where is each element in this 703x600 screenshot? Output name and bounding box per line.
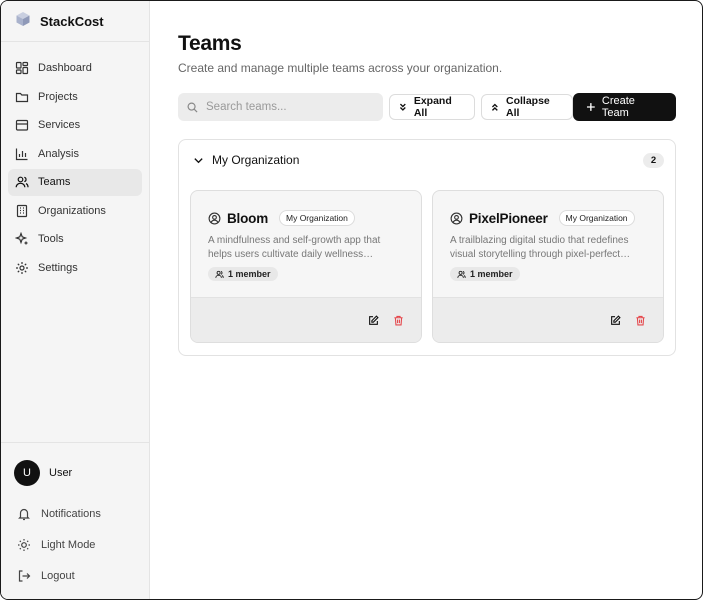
app-name: StackCost [40,13,104,29]
team-name: Bloom [227,210,268,226]
sidebar-item-services[interactable]: Services [8,112,142,139]
member-count-badge: 1 member [450,267,520,281]
member-count: 1 member [228,269,271,279]
trash-icon[interactable] [393,315,404,326]
package-icon [15,120,29,131]
sidebar-item-teams[interactable]: Teams [8,169,142,196]
team-description-line: A trailblazing digital studio that redef… [450,235,629,246]
sidebar-item-label: Tools [38,233,64,246]
edit-icon[interactable] [368,314,379,326]
sun-icon [18,538,30,551]
avatar: U [14,460,40,486]
app-window: StackCost Dashboard Projects Services An… [0,0,703,600]
sidebar-item-label: Dashboard [38,62,92,75]
sidebar: StackCost Dashboard Projects Services An… [1,1,150,599]
users-icon [15,176,29,188]
chevrons-up-icon [492,103,499,111]
team-card-actions [191,297,421,342]
team-card-header: PixelPioneer My Organization [450,210,663,226]
team-card[interactable]: Bloom My Organization A mindfulness and … [190,190,422,343]
team-card-header: Bloom My Organization [208,210,421,226]
team-card-body: PixelPioneer My Organization A trailblaz… [433,191,663,297]
expand-all-label: Expand All [413,95,452,119]
theme-label: Light Mode [41,538,96,551]
collapse-all-label: Collapse All [506,95,550,119]
team-count-badge: 2 [643,152,664,168]
users-icon [457,270,466,278]
team-description: A trailblazing digital studio that redef… [450,234,650,262]
sidebar-item-label: Projects [38,90,78,103]
team-description-line: helps users cultivate daily wellness… [208,249,374,260]
sidebar-item-label: Analysis [38,147,79,160]
organization-group: My Organization 2 Bloom My Organization [178,139,676,356]
bar-chart-icon [15,148,28,160]
member-count: 1 member [470,269,513,279]
user-circle-icon [450,212,463,224]
plus-icon [587,103,595,111]
create-team-button[interactable]: Create Team [573,93,676,121]
sidebar-item-label: Teams [38,176,71,189]
chevron-down-icon [194,157,203,163]
logout-label: Logout [41,569,75,582]
search-box[interactable] [178,93,384,121]
user-name: User [49,467,73,479]
sidebar-nav: Dashboard Projects Services Analysis Tea… [1,42,149,281]
sparkles-icon [15,232,28,245]
create-team-label: Create Team [601,95,635,119]
cube-logo-icon [15,11,31,32]
member-count-badge: 1 member [208,267,278,281]
team-description-line: A mindfulness and self-growth app that [208,235,381,246]
sidebar-item-settings[interactable]: Settings [8,255,142,282]
user-profile[interactable]: U User [8,460,142,486]
search-icon [187,102,198,113]
collapse-all-button[interactable]: Collapse All [481,94,574,120]
building-icon [16,204,28,217]
team-description: A mindfulness and self-growth app that h… [208,234,408,262]
sidebar-item-label: Organizations [38,204,106,217]
brand[interactable]: StackCost [1,1,149,42]
notifications-label: Notifications [41,507,101,520]
user-circle-icon [208,212,221,224]
bell-icon [18,508,30,520]
team-card-body: Bloom My Organization A mindfulness and … [191,191,421,297]
logout-button[interactable]: Logout [8,560,142,591]
notifications-button[interactable]: Notifications [8,498,142,529]
edit-icon[interactable] [610,314,621,326]
sidebar-item-projects[interactable]: Projects [8,84,142,111]
expand-all-button[interactable]: Expand All [389,94,476,120]
sidebar-item-dashboard[interactable]: Dashboard [8,55,142,82]
team-cards: Bloom My Organization A mindfulness and … [190,190,664,343]
gear-icon [16,261,28,274]
layout-grid-icon [15,62,29,75]
sidebar-item-organizations[interactable]: Organizations [8,198,142,225]
sidebar-item-tools[interactable]: Tools [8,226,142,253]
team-card-actions [433,297,663,342]
search-input[interactable] [206,101,376,113]
team-description-line: visual storytelling through pixel-perfec… [450,249,631,260]
sidebar-footer: U User Notifications Light Mode Logout [1,442,149,599]
sidebar-item-label: Settings [38,261,78,274]
logout-icon [18,569,31,582]
main-content: Teams Create and manage multiple teams a… [150,1,702,599]
organization-badge: My Organization [279,210,355,226]
sidebar-item-label: Services [38,119,81,132]
chevrons-down-icon [400,103,406,111]
page-title: Teams [178,32,242,55]
organization-header[interactable]: My Organization 2 [190,140,664,180]
page-subtitle: Create and manage multiple teams across … [178,61,503,75]
toolbar: Expand All Collapse All Create Team [178,93,676,121]
team-name: PixelPioneer [469,210,548,226]
trash-icon[interactable] [635,315,646,326]
sidebar-item-analysis[interactable]: Analysis [8,141,142,168]
theme-toggle[interactable]: Light Mode [8,529,142,560]
organization-badge: My Organization [558,210,635,226]
organization-name: My Organization [212,153,300,167]
folder-icon [15,92,29,102]
team-card[interactable]: PixelPioneer My Organization A trailblaz… [432,190,664,343]
users-icon [215,270,224,278]
